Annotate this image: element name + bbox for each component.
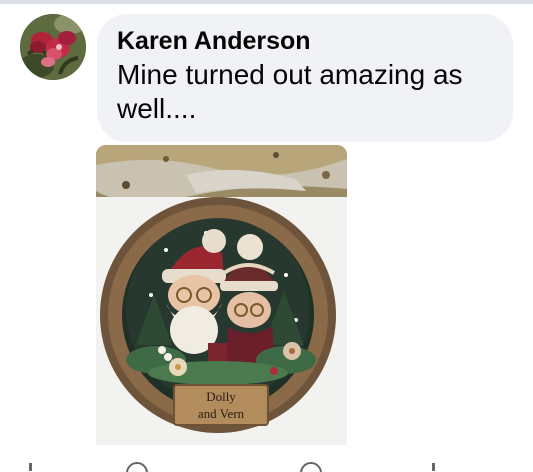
sign-text-line1: Dolly [206,389,236,404]
sign-text-line2: and Vern [198,406,245,421]
top-divider [0,0,533,4]
comment-bubble: Karen Anderson Mine turned out amazing a… [97,14,513,142]
comment-attachment-photo[interactable]: Dolly and Vern [96,145,347,445]
comment-text: Mine turned out amazing as well.... [117,59,463,124]
comment-icon[interactable] [126,462,148,472]
christmas-sign-photo-icon: Dolly and Vern [96,145,347,445]
react-icon[interactable] [300,462,322,472]
like-icon[interactable] [29,463,32,471]
share-icon[interactable] [432,463,435,471]
flower-avatar-icon [20,14,86,80]
comment-author-name[interactable]: Karen Anderson [117,26,493,56]
author-avatar[interactable] [20,14,86,80]
bottom-action-row [0,458,533,472]
